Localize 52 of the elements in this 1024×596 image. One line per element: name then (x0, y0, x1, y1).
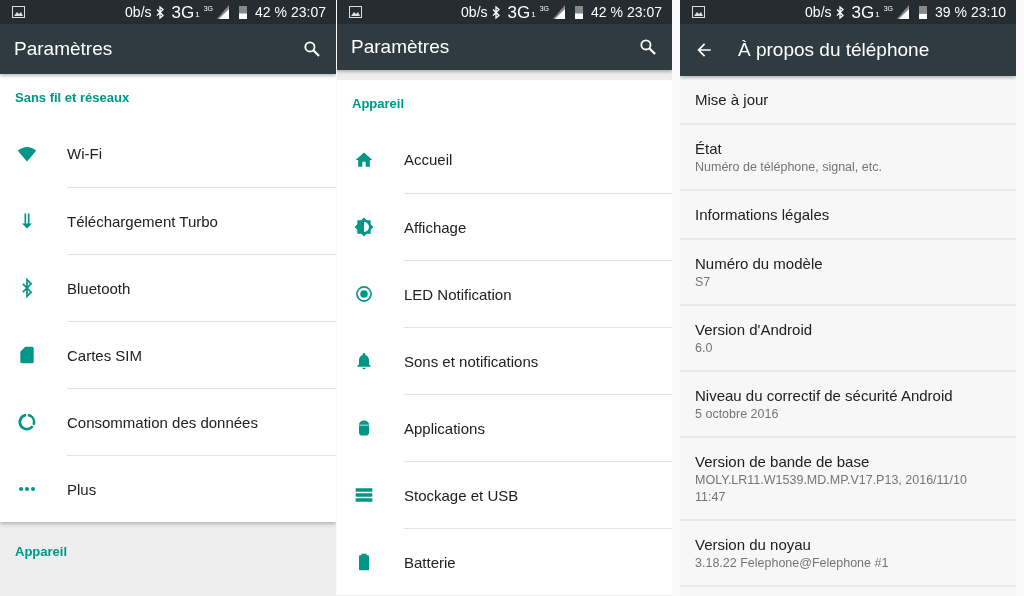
settings-item[interactable]: Affichage (337, 193, 672, 260)
data-usage-icon (16, 411, 37, 432)
screen-title: À propos du téléphone (738, 39, 931, 61)
signal-icon (217, 5, 230, 19)
network-speed: 0b/s (125, 5, 152, 19)
settings-item[interactable]: Cartes SIM (0, 321, 336, 388)
clock: 23:10 (970, 5, 1006, 19)
settings-item[interactable]: Accueil (337, 126, 672, 193)
network-type: 3G (507, 3, 531, 21)
clock: 23:07 (290, 5, 326, 19)
image-notification-icon (692, 6, 705, 18)
settings-item[interactable]: LED Notification (337, 260, 672, 327)
battery-percent: 39 % (935, 5, 967, 19)
bluetooth-icon (835, 5, 845, 19)
clock: 23:07 (626, 5, 662, 19)
search-button[interactable] (638, 37, 658, 57)
battery-level-icon (575, 5, 584, 19)
section-header: Appareil (14, 542, 68, 561)
settings-item[interactable]: Téléchargement Turbo (0, 187, 336, 254)
settings-item[interactable]: Applications (337, 394, 672, 461)
battery-percent: 42 % (591, 5, 623, 19)
battery-percent: 42 % (255, 5, 287, 19)
settings-item[interactable]: Sons et notifications (337, 327, 672, 394)
settings-item[interactable]: Consommation des données (0, 388, 336, 455)
image-notification-icon (12, 6, 25, 18)
settings-item[interactable]: Bluetooth (0, 254, 336, 321)
settings-item[interactable]: Plus (0, 455, 336, 522)
network-type: 3G (171, 3, 195, 21)
network-speed: 0b/s (461, 5, 488, 19)
network-type: 3G (851, 3, 875, 21)
signal-icon (897, 5, 910, 19)
section-header: Appareil (351, 94, 405, 113)
settings-item[interactable]: Stockage et USB (337, 461, 672, 528)
bluetooth-icon (491, 5, 501, 19)
brightness-icon (353, 216, 374, 237)
signal-icon (553, 5, 566, 19)
screen-title: Paramètres (14, 38, 114, 60)
image-notification-icon (349, 6, 362, 18)
network-index: 1 (875, 11, 880, 19)
network-speed: 0b/s (805, 5, 832, 19)
section-header: Sans fil et réseaux (14, 88, 131, 107)
network-index: 1 (531, 11, 536, 19)
more-dots-icon (18, 486, 35, 491)
screen-title: Paramètres (351, 36, 451, 58)
led-ring-icon (353, 283, 374, 304)
search-button[interactable] (302, 39, 322, 59)
battery-level-icon (919, 5, 928, 19)
network-index: 1 (195, 11, 200, 19)
settings-item[interactable]: Batterie (337, 528, 672, 595)
battery-level-icon (239, 5, 248, 19)
settings-item[interactable]: Wi-Fi (0, 120, 336, 187)
bluetooth-icon (155, 5, 165, 19)
